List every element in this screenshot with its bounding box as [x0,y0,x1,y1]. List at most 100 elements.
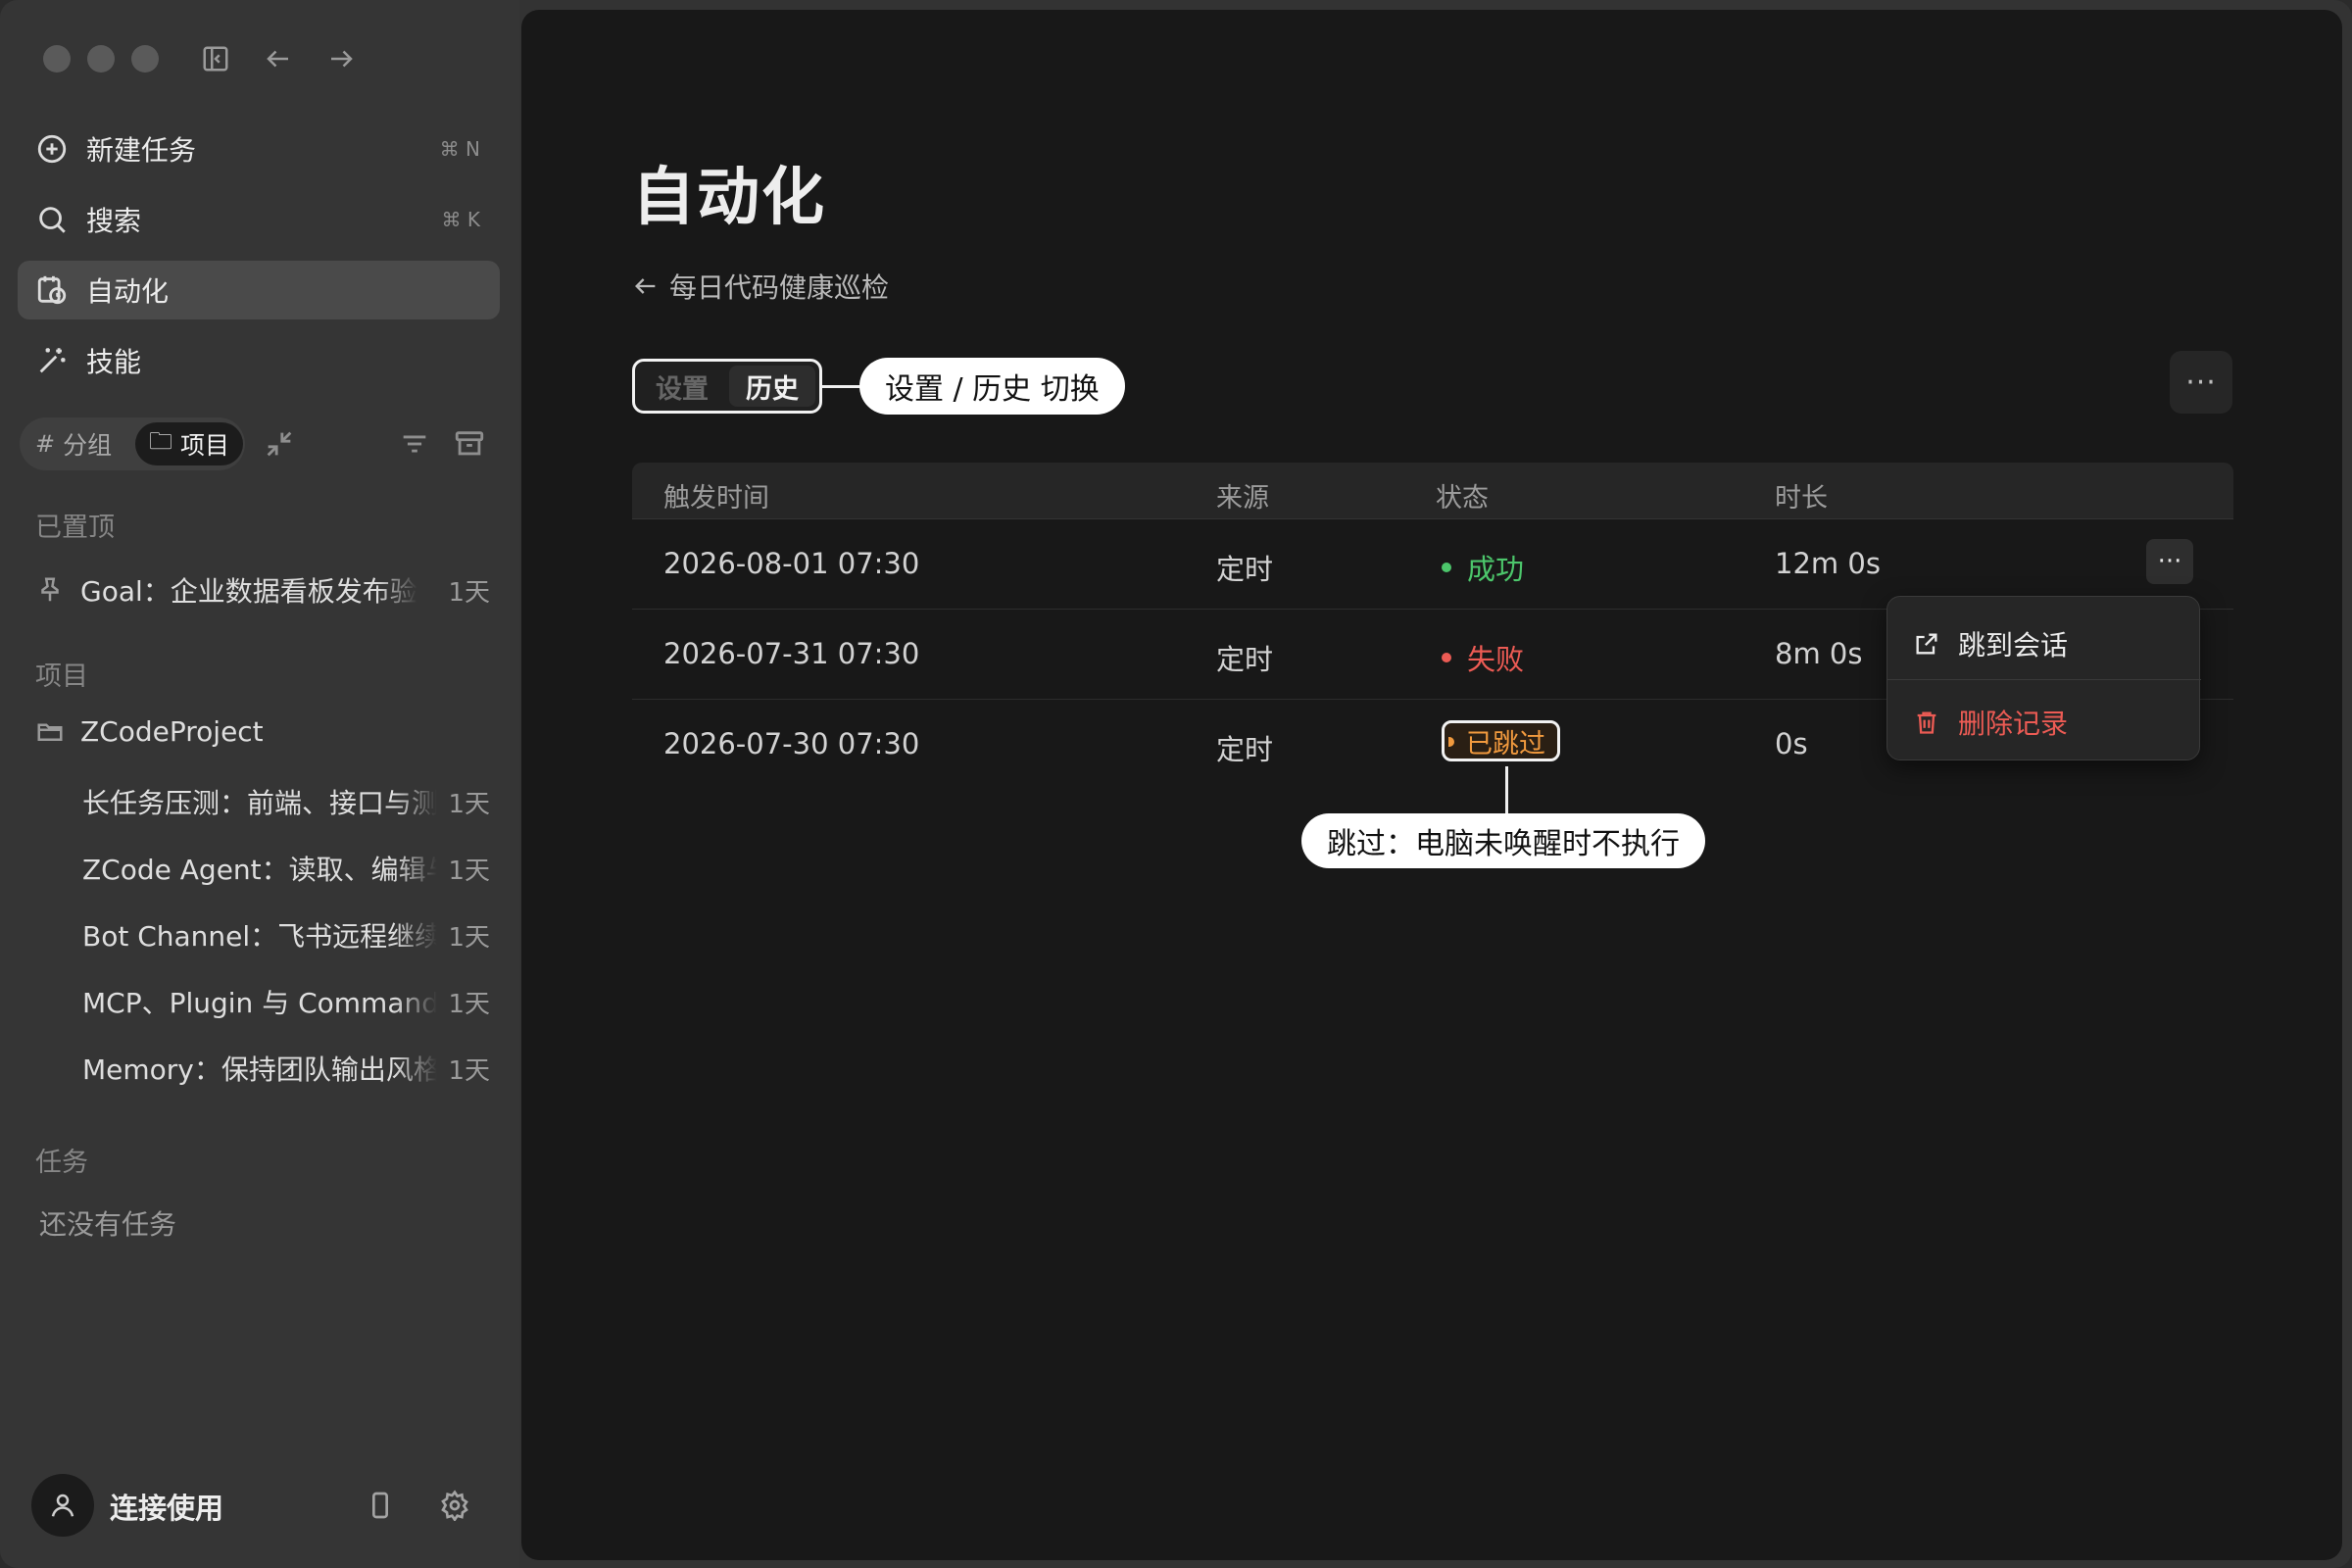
skipped-status-badge: 已跳过 [1442,720,1560,761]
pinned-item[interactable]: Goal：企业数据看板发布验收 1天 [35,568,496,612]
list-item-label: Memory：保持团队输出风格 [82,1054,437,1086]
back-link[interactable]: 每日代码健康巡检 [632,267,889,306]
magic-wand-icon [39,348,66,373]
gear-icon[interactable] [435,1486,474,1525]
nav-skills-label: 技能 [86,346,142,378]
duration: 0s [1775,727,1808,760]
arrow-left-icon [635,278,656,294]
list-item[interactable]: 长任务压测：前端、接口与测试 1天 [82,780,496,823]
search-icon [39,207,66,233]
sidebar: 新建任务 ⌘ N 搜索 ⌘ K 自动化 技能 # 分组 🗀 项目 已置顶 Goa… [0,0,519,1568]
tasks-header: 任务 [35,1148,88,1178]
column-header: 状态 [1436,483,1489,514]
pinned-header: 已置顶 [35,513,115,543]
list-item-age: 1天 [448,922,490,953]
back-link-label: 每日代码健康巡检 [669,271,890,304]
avatar[interactable] [31,1474,94,1537]
menu-item-jump-to-session[interactable]: 跳到会话 [1887,609,2201,679]
group-tab-label: 分组 [63,431,113,460]
tasks-empty-text: 还没有任务 [39,1208,177,1241]
pinned-item-label: Goal：企业数据看板发布验收 [80,575,417,608]
trigger-time: 2026-07-30 07:30 [663,727,920,760]
forward-arrow-icon[interactable] [323,41,359,76]
main-panel: 自动化 每日代码健康巡检 设置 历史 设置 / 历史 切换 ··· 触发时间 来… [521,10,2342,1560]
status-dot [1442,563,1451,572]
external-link-icon [1916,633,1937,655]
archive-icon[interactable] [453,427,486,461]
group-by-project-tab[interactable]: 🗀 项目 [135,422,244,466]
status-label: 成功 [1467,553,1525,586]
list-item-age: 1天 [448,989,490,1019]
row-more-button[interactable]: ··· [2146,539,2193,584]
nav-new-task[interactable]: 新建任务 ⌘ N [18,120,500,178]
calendar-clock-icon [37,275,67,305]
projects-header: 项目 [35,662,88,692]
back-arrow-icon[interactable] [261,41,296,76]
row-context-menu: 跳到会话 删除记录 [1886,596,2201,760]
duration: 8m 0s [1775,637,1863,670]
search-shortcut: ⌘ K [441,208,480,231]
list-item[interactable]: ZCode Agent：读取、编辑与 1天 [82,847,496,890]
collapse-icon[interactable] [263,427,296,461]
tab-history[interactable]: 历史 [729,366,815,407]
project-folder[interactable]: ZCodeProject [35,710,496,753]
list-item[interactable]: MCP、Plugin 与 Command： 1天 [82,980,496,1023]
trigger-time: 2026-08-01 07:30 [663,547,920,580]
column-header: 时长 [1775,483,1828,514]
group-mode-toggle: # 分组 🗀 项目 [20,417,245,470]
list-item-age: 1天 [448,1055,490,1086]
new-task-shortcut: ⌘ N [439,137,480,161]
list-item[interactable]: Memory：保持团队输出风格 1天 [82,1047,496,1090]
callout-connector [1505,766,1508,815]
source: 定时 [1216,733,1274,766]
tab-settings[interactable]: 设置 [639,366,725,407]
sidebar-toggle-icon[interactable] [198,41,233,76]
pin-icon [41,577,59,602]
duration: 12m 0s [1775,547,1881,580]
group-by-category-tab[interactable]: # 分组 [22,422,125,466]
status: 失败 [1442,637,1524,678]
list-item-label: ZCode Agent：读取、编辑与 [82,854,437,886]
nav-automation-label: 自动化 [86,275,170,308]
window-minimize-button[interactable] [87,45,115,73]
list-item[interactable]: Bot Channel：飞书远程继续任务 1天 [82,913,496,956]
list-item-age: 1天 [448,789,490,819]
folder-icon: 🗀 [149,426,172,455]
window-zoom-button[interactable] [131,45,159,73]
status: 成功 [1442,547,1524,588]
source: 定时 [1216,643,1274,676]
nav-search-label: 搜索 [86,205,142,237]
trash-icon [1917,711,1936,734]
list-item-label: Bot Channel：飞书远程继续任务 [82,920,437,953]
nav-search[interactable]: 搜索 ⌘ K [18,190,500,249]
source: 定时 [1216,553,1274,586]
project-tab-label: 项目 [180,431,230,460]
menu-divider [1887,679,2201,680]
list-item-label: MCP、Plugin 与 Command： [82,987,437,1019]
user-icon [51,1494,74,1517]
tabs-callout: 设置 / 历史 切换 [859,358,1125,415]
status-dot [1448,737,1454,747]
window-close-button[interactable] [43,45,71,73]
column-header: 触发时间 [663,483,769,514]
settings-history-tabs: 设置 历史 [632,359,822,414]
table-header: 触发时间 来源 状态 时长 [632,463,2233,519]
nav-automation[interactable]: 自动化 [18,261,500,319]
nav-new-task-label: 新建任务 [86,134,197,167]
page-title: 自动化 [632,162,826,234]
phone-icon[interactable] [361,1486,400,1525]
pinned-item-age: 1天 [448,577,490,608]
menu-item-label: 跳到会话 [1958,629,2069,662]
list-item-age: 1天 [448,856,490,886]
list-item-label: 长任务压测：前端、接口与测试 [82,787,437,819]
hash-icon: # [35,430,56,458]
trigger-time: 2026-07-31 07:30 [663,637,920,670]
nav-skills[interactable]: 技能 [18,331,500,390]
project-folder-label: ZCodeProject [80,714,264,748]
open-folder-icon [37,723,63,741]
filter-icon[interactable] [398,427,431,461]
menu-item-delete-record[interactable]: 删除记录 [1887,687,2201,758]
user-label[interactable]: 连接使用 [110,1486,223,1527]
more-options-button[interactable]: ··· [2170,351,2232,414]
app-window: 新建任务 ⌘ N 搜索 ⌘ K 自动化 技能 # 分组 🗀 项目 已置顶 Goa… [0,0,2352,1568]
